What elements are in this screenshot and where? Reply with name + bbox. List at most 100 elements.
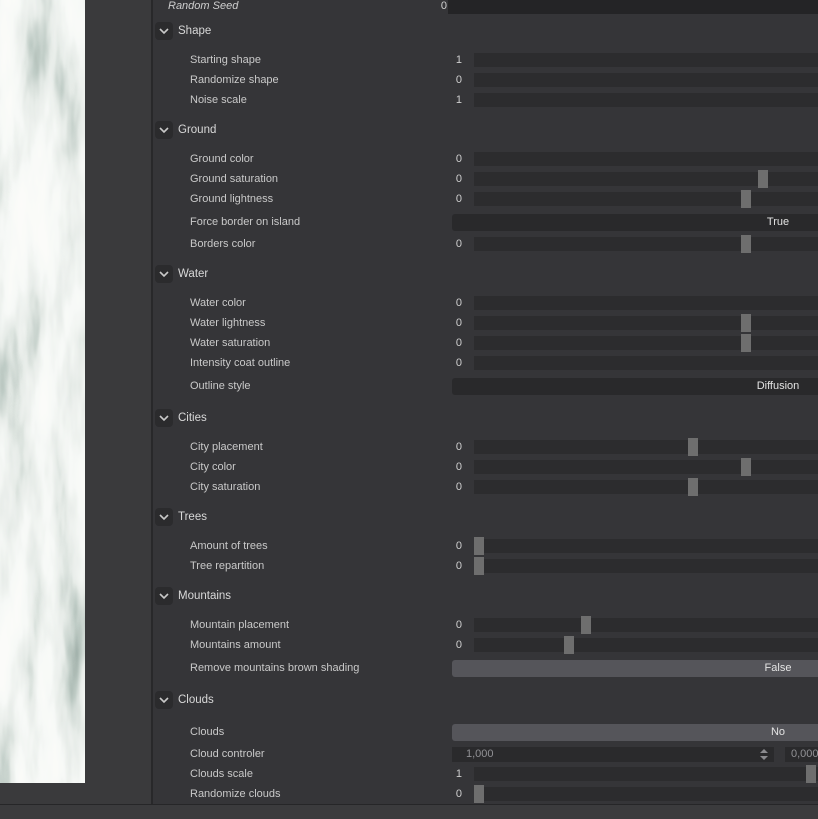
slider-water-lightness[interactable] bbox=[474, 314, 818, 332]
row-noise-scale: Noise scale 1 bbox=[153, 93, 818, 113]
slider-noise-scale[interactable] bbox=[474, 93, 818, 107]
slider-city-saturation[interactable] bbox=[474, 478, 818, 496]
button-value: No bbox=[770, 726, 786, 738]
updown-stepper-icon[interactable] bbox=[760, 749, 768, 760]
slider-mountains-amount[interactable] bbox=[474, 636, 818, 654]
slider-handle[interactable] bbox=[688, 478, 698, 496]
number-value: 0,000 bbox=[791, 748, 818, 760]
param-label: Clouds scale bbox=[190, 768, 253, 780]
slider-ground-saturation[interactable] bbox=[474, 170, 818, 188]
collapse-toggle-button[interactable] bbox=[155, 508, 173, 526]
section-header-clouds: Clouds bbox=[153, 691, 818, 709]
slider-ground-lightness[interactable] bbox=[474, 190, 818, 208]
param-label: Force border on island bbox=[190, 216, 301, 228]
slider-handle[interactable] bbox=[474, 785, 484, 803]
random-seed-field[interactable] bbox=[448, 0, 818, 14]
section-header-trees: Trees bbox=[153, 508, 818, 526]
slider-amount-of-trees[interactable] bbox=[474, 537, 818, 555]
chevron-down-icon bbox=[159, 697, 169, 704]
slider-water-saturation[interactable] bbox=[474, 334, 818, 352]
param-label: City color bbox=[190, 461, 236, 473]
slider-city-color[interactable] bbox=[474, 458, 818, 476]
button-force-border-on-island[interactable]: True bbox=[452, 214, 818, 231]
param-value: 1 bbox=[455, 768, 462, 780]
slider-handle[interactable] bbox=[741, 458, 751, 476]
collapse-toggle-button[interactable] bbox=[155, 22, 173, 40]
param-value: 0 bbox=[455, 357, 462, 369]
row-intensity-coat-outline: Intensity coat outline 0 bbox=[153, 356, 818, 376]
param-value: 1 bbox=[455, 94, 462, 106]
collapse-toggle-button[interactable] bbox=[155, 121, 173, 139]
slider-handle[interactable] bbox=[741, 314, 751, 332]
row-mountains-amount: Mountains amount 0 bbox=[153, 636, 818, 658]
slider-handle[interactable] bbox=[758, 170, 768, 188]
slider-city-placement[interactable] bbox=[474, 438, 818, 456]
param-label: Randomize shape bbox=[190, 74, 279, 86]
row-remove-mountains-brown-shading: Remove mountains brown shading False bbox=[153, 658, 818, 683]
param-label: Randomize clouds bbox=[190, 788, 281, 800]
button-clouds[interactable]: No bbox=[452, 724, 818, 741]
slider-mountain-placement[interactable] bbox=[474, 616, 818, 634]
button-remove-mountains-brown-shading[interactable]: False bbox=[452, 660, 818, 677]
collapse-toggle-button[interactable] bbox=[155, 409, 173, 427]
slider-intensity-coat-outline[interactable] bbox=[474, 356, 818, 370]
row-randomize-shape: Randomize shape 0 bbox=[153, 73, 818, 93]
param-label: Noise scale bbox=[190, 94, 247, 106]
param-label: Starting shape bbox=[190, 54, 261, 66]
section-label: Cities bbox=[178, 412, 207, 424]
slider-handle[interactable] bbox=[581, 616, 591, 634]
button-value: True bbox=[766, 216, 790, 228]
chevron-down-icon bbox=[159, 127, 169, 134]
param-label: Outline style bbox=[190, 380, 251, 392]
number-field-cloud-controler-2[interactable]: 0,000 bbox=[785, 747, 818, 762]
param-value: 0 bbox=[455, 540, 462, 552]
row-random-seed: Random Seed 0 bbox=[153, 0, 818, 14]
slider-handle[interactable] bbox=[688, 438, 698, 456]
row-clouds: Clouds No bbox=[153, 722, 818, 747]
section-header-shape: Shape bbox=[153, 22, 818, 40]
bottom-panel-strip bbox=[0, 804, 818, 819]
slider-ground-color[interactable] bbox=[474, 152, 818, 166]
button-outline-style[interactable]: Diffusion bbox=[452, 378, 818, 395]
row-ground-lightness: Ground lightness 0 bbox=[153, 190, 818, 212]
row-clouds-scale: Clouds scale 1 bbox=[153, 765, 818, 787]
row-borders-color: Borders color 0 bbox=[153, 235, 818, 257]
row-cloud-controler: Cloud controler 1,000 0,000 bbox=[153, 747, 818, 767]
slider-clouds-scale[interactable] bbox=[474, 765, 818, 783]
slider-handle[interactable] bbox=[564, 636, 574, 654]
slider-handle[interactable] bbox=[474, 537, 484, 555]
slider-randomize-shape[interactable] bbox=[474, 73, 818, 87]
param-value: 0 bbox=[455, 481, 462, 493]
slider-borders-color[interactable] bbox=[474, 235, 818, 253]
param-value: 0 bbox=[455, 297, 462, 309]
param-value: 0 bbox=[455, 560, 462, 572]
param-label: Water saturation bbox=[190, 337, 271, 349]
slider-handle[interactable] bbox=[741, 190, 751, 208]
param-value: 0 bbox=[455, 74, 462, 86]
collapse-toggle-button[interactable] bbox=[155, 265, 173, 283]
row-water-color: Water color 0 bbox=[153, 296, 818, 316]
slider-handle[interactable] bbox=[474, 557, 484, 575]
param-value: 0 bbox=[455, 461, 462, 473]
slider-handle[interactable] bbox=[806, 765, 816, 783]
slider-water-color[interactable] bbox=[474, 296, 818, 310]
chevron-down-icon bbox=[159, 271, 169, 278]
param-value: 0 bbox=[455, 337, 462, 349]
section-label: Clouds bbox=[178, 694, 214, 706]
slider-starting-shape[interactable] bbox=[474, 53, 818, 67]
section-header-cities: Cities bbox=[153, 409, 818, 427]
collapse-toggle-button[interactable] bbox=[155, 691, 173, 709]
param-value: 0 bbox=[455, 639, 462, 651]
slider-handle[interactable] bbox=[741, 334, 751, 352]
slider-tree-repartition[interactable] bbox=[474, 557, 818, 575]
section-label: Trees bbox=[178, 511, 207, 523]
slider-randomize-clouds[interactable] bbox=[474, 785, 818, 803]
collapse-toggle-button[interactable] bbox=[155, 587, 173, 605]
number-field-cloud-controler-1[interactable]: 1,000 bbox=[452, 747, 774, 762]
row-city-saturation: City saturation 0 bbox=[153, 478, 818, 500]
slider-handle[interactable] bbox=[741, 235, 751, 253]
param-label: City saturation bbox=[190, 481, 261, 493]
row-amount-of-trees: Amount of trees 0 bbox=[153, 537, 818, 559]
section-label: Mountains bbox=[178, 590, 232, 602]
param-label: Tree repartition bbox=[190, 560, 265, 572]
